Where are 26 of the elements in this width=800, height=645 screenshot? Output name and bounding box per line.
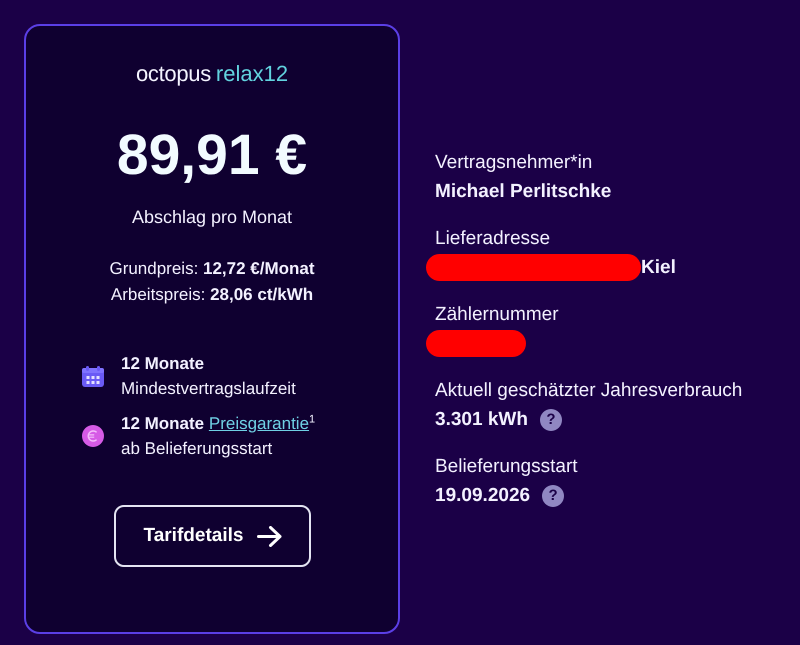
- help-button[interactable]: ?: [540, 408, 562, 430]
- calendar-icon: [82, 366, 104, 386]
- field-label: Belieferungsstart: [435, 455, 579, 479]
- tariff-name: relax12: [216, 60, 288, 88]
- field-label: Lieferadresse: [435, 227, 552, 251]
- tariff-details-button[interactable]: Tarifdetails: [114, 505, 310, 567]
- price-guarantee-link[interactable]: Preisgarantie: [208, 414, 310, 433]
- field-label: Aktuell geschätzter Jahresverbrauch: [435, 379, 742, 403]
- price-line: Grundpreis: 12,72 €/Monat: [109, 258, 315, 280]
- field-label: Vertragsnehmer*in: [435, 151, 594, 175]
- euro-coin-icon: [82, 425, 104, 447]
- feature-subtitle: ab Belieferungsstart: [121, 438, 272, 460]
- arrow-right-icon: [257, 526, 282, 546]
- field-value: 19.09.2026: [435, 484, 530, 508]
- field-value: Michael Perlitschke: [435, 180, 612, 204]
- field-value: Kiel: [641, 256, 676, 280]
- feature-subtitle: Mindestvertragslaufzeit: [121, 378, 296, 400]
- price-caption: Abschlag pro Monat: [132, 206, 292, 229]
- field-value: 3.301 kWh: [435, 408, 528, 432]
- help-button[interactable]: ?: [542, 484, 564, 506]
- brand-name: octopus: [136, 60, 211, 88]
- monthly-price: 89,91 €: [116, 123, 308, 187]
- field-label: Zählernummer: [435, 303, 560, 327]
- feature-title: 12 Monate: [121, 353, 204, 375]
- feature-title: 12 Monate Preisgarantie$^{1}$: [121, 412, 316, 435]
- price-line: Arbeitspreis: 28,06 ct/kWh: [110, 284, 314, 306]
